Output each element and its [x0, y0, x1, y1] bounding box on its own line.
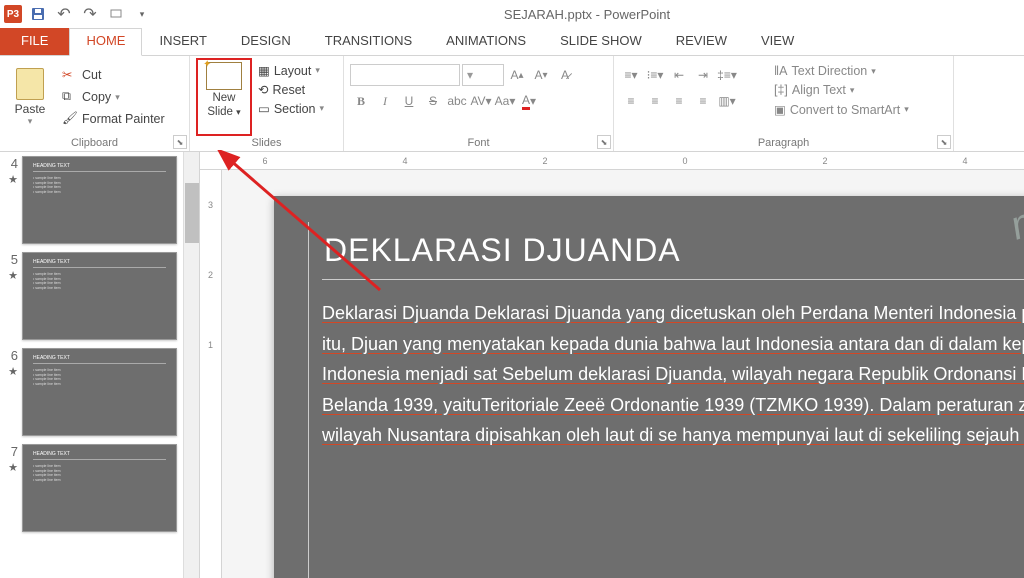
- scissors-icon: ✂: [62, 67, 78, 83]
- bullets-button[interactable]: ≡▾: [620, 64, 642, 86]
- paste-button[interactable]: Paste ▾: [6, 58, 54, 136]
- tab-review[interactable]: REVIEW: [659, 28, 744, 55]
- text-direction-icon: ‖A: [774, 64, 788, 78]
- convert-smartart-button[interactable]: ▣Convert to SmartArt▾: [770, 100, 947, 119]
- increase-font-button[interactable]: A▴: [506, 64, 528, 86]
- slide-title[interactable]: DEKLARASI DJUANDA: [322, 232, 1024, 280]
- qat-customize-button[interactable]: ▾: [130, 3, 154, 25]
- canvas-area[interactable]: DEKLARASI DJUANDA Deklarasi Djuanda Dekl…: [222, 170, 1024, 578]
- smartart-icon: ▣: [774, 102, 786, 117]
- layout-button[interactable]: ▦Layout▾: [256, 62, 326, 79]
- new-slide-icon: [206, 62, 242, 90]
- font-group-label: Font: [344, 137, 613, 149]
- paragraph-launcher[interactable]: ⬊: [937, 135, 951, 149]
- tab-home[interactable]: HOME: [69, 28, 142, 56]
- bold-button[interactable]: B: [350, 90, 372, 112]
- reset-icon: ⟲: [258, 82, 268, 97]
- group-font: ▾ A▴ A▾ A̷ B I U S abc AV▾ Aa▾ A▾ Font ⬊: [344, 56, 614, 151]
- increase-indent-button[interactable]: ⇥: [692, 64, 714, 86]
- tab-transitions[interactable]: TRANSITIONS: [308, 28, 429, 55]
- tab-file[interactable]: FILE: [0, 28, 69, 55]
- tab-slideshow[interactable]: SLIDE SHOW: [543, 28, 659, 55]
- clipboard-group-label: Clipboard: [0, 137, 189, 149]
- group-slides: New Slide ▾ ▦Layout▾ ⟲Reset ▭Section▾ Sl…: [190, 56, 344, 151]
- tab-view[interactable]: VIEW: [744, 28, 811, 55]
- align-right-button[interactable]: ≡: [668, 90, 690, 112]
- powerpoint-icon: P3: [4, 5, 22, 23]
- ribbon-tabs: FILE HOME INSERT DESIGN TRANSITIONS ANIM…: [0, 28, 1024, 56]
- workspace: 4★ HEADING TEXT• sample line item• sampl…: [0, 152, 1024, 578]
- cut-button[interactable]: ✂Cut: [58, 65, 169, 85]
- start-from-beginning-button[interactable]: [104, 3, 128, 25]
- align-left-button[interactable]: ≡: [620, 90, 642, 112]
- reset-button[interactable]: ⟲Reset: [256, 81, 326, 98]
- clipboard-launcher[interactable]: ⬊: [173, 135, 187, 149]
- slide-thumbnail[interactable]: 5★ HEADING TEXT• sample line item• sampl…: [4, 252, 195, 340]
- horizontal-ruler[interactable]: 642024: [200, 152, 1024, 170]
- font-name-combo[interactable]: [350, 64, 460, 86]
- paragraph-group-label: Paragraph: [614, 137, 953, 149]
- paste-icon: [16, 68, 44, 100]
- section-button[interactable]: ▭Section▾: [256, 100, 326, 117]
- justify-button[interactable]: ≡: [692, 90, 714, 112]
- ribbon: Paste ▾ ✂Cut ⧉Copy▾ 🖌Format Painter Clip…: [0, 56, 1024, 152]
- slide-body-text[interactable]: Deklarasi Djuanda Deklarasi Djuanda yang…: [322, 298, 1024, 451]
- italic-button[interactable]: I: [374, 90, 396, 112]
- thumbnails-scrollbar[interactable]: [183, 152, 199, 578]
- clear-formatting-button[interactable]: A̷: [554, 64, 576, 86]
- copy-icon: ⧉: [62, 89, 78, 105]
- tab-insert[interactable]: INSERT: [142, 28, 223, 55]
- undo-button[interactable]: ↶: [52, 3, 76, 25]
- align-text-icon: [‡]: [774, 83, 788, 97]
- slide-canvas[interactable]: DEKLARASI DJUANDA Deklarasi Djuanda Dekl…: [274, 196, 1024, 578]
- align-text-button[interactable]: [‡]Align Text▾: [770, 81, 947, 99]
- slide-editor: 642024 321 DEKLARASI DJUANDA Deklarasi D…: [200, 152, 1024, 578]
- copy-button[interactable]: ⧉Copy▾: [58, 87, 169, 107]
- window-title: SEJARAH.pptx - PowerPoint: [154, 7, 1020, 22]
- font-size-combo[interactable]: ▾: [462, 64, 504, 86]
- underline-button[interactable]: U: [398, 90, 420, 112]
- columns-button[interactable]: ▥▾: [716, 90, 738, 112]
- vertical-ruler[interactable]: 321: [200, 170, 222, 578]
- tab-design[interactable]: DESIGN: [224, 28, 308, 55]
- strikethrough-button[interactable]: S: [422, 90, 444, 112]
- font-launcher[interactable]: ⬊: [597, 135, 611, 149]
- slide-thumbnail[interactable]: 4★ HEADING TEXT• sample line item• sampl…: [4, 156, 195, 244]
- paste-label: Paste: [15, 102, 46, 116]
- slide-thumbnails-panel: 4★ HEADING TEXT• sample line item• sampl…: [0, 152, 200, 578]
- brush-icon: 🖌: [62, 111, 78, 127]
- layout-icon: ▦: [258, 63, 270, 78]
- text-shadow-button[interactable]: abc: [446, 90, 468, 112]
- section-icon: ▭: [258, 101, 270, 116]
- character-spacing-button[interactable]: AV▾: [470, 90, 492, 112]
- new-slide-button[interactable]: New Slide ▾: [196, 58, 252, 136]
- text-direction-button[interactable]: ‖AText Direction▾: [770, 62, 947, 80]
- numbering-button[interactable]: ⁝≡▾: [644, 64, 666, 86]
- change-case-button[interactable]: Aa▾: [494, 90, 516, 112]
- line-spacing-button[interactable]: ‡≡▾: [716, 64, 738, 86]
- align-center-button[interactable]: ≡: [644, 90, 666, 112]
- slide-thumbnail[interactable]: 7★ HEADING TEXT• sample line item• sampl…: [4, 444, 195, 532]
- save-button[interactable]: [26, 3, 50, 25]
- slides-group-label: Slides: [190, 137, 343, 149]
- group-paragraph: ≡▾ ⁝≡▾ ⇤ ⇥ ‡≡▾ ≡ ≡ ≡ ≡ ▥▾ ‖AText Directi…: [614, 56, 954, 151]
- font-color-button[interactable]: A▾: [518, 90, 540, 112]
- group-clipboard: Paste ▾ ✂Cut ⧉Copy▾ 🖌Format Painter Clip…: [0, 56, 190, 151]
- title-bar: P3 ↶ ↷ ▾ SEJARAH.pptx - PowerPoint: [0, 0, 1024, 28]
- slide-thumbnail[interactable]: 6★ HEADING TEXT• sample line item• sampl…: [4, 348, 195, 436]
- redo-button[interactable]: ↷: [78, 3, 102, 25]
- quick-access-toolbar: ↶ ↷ ▾: [26, 3, 154, 25]
- decrease-indent-button[interactable]: ⇤: [668, 64, 690, 86]
- decrease-font-button[interactable]: A▾: [530, 64, 552, 86]
- scrollbar-thumb[interactable]: [185, 183, 199, 243]
- tab-animations[interactable]: ANIMATIONS: [429, 28, 543, 55]
- format-painter-button[interactable]: 🖌Format Painter: [58, 109, 169, 129]
